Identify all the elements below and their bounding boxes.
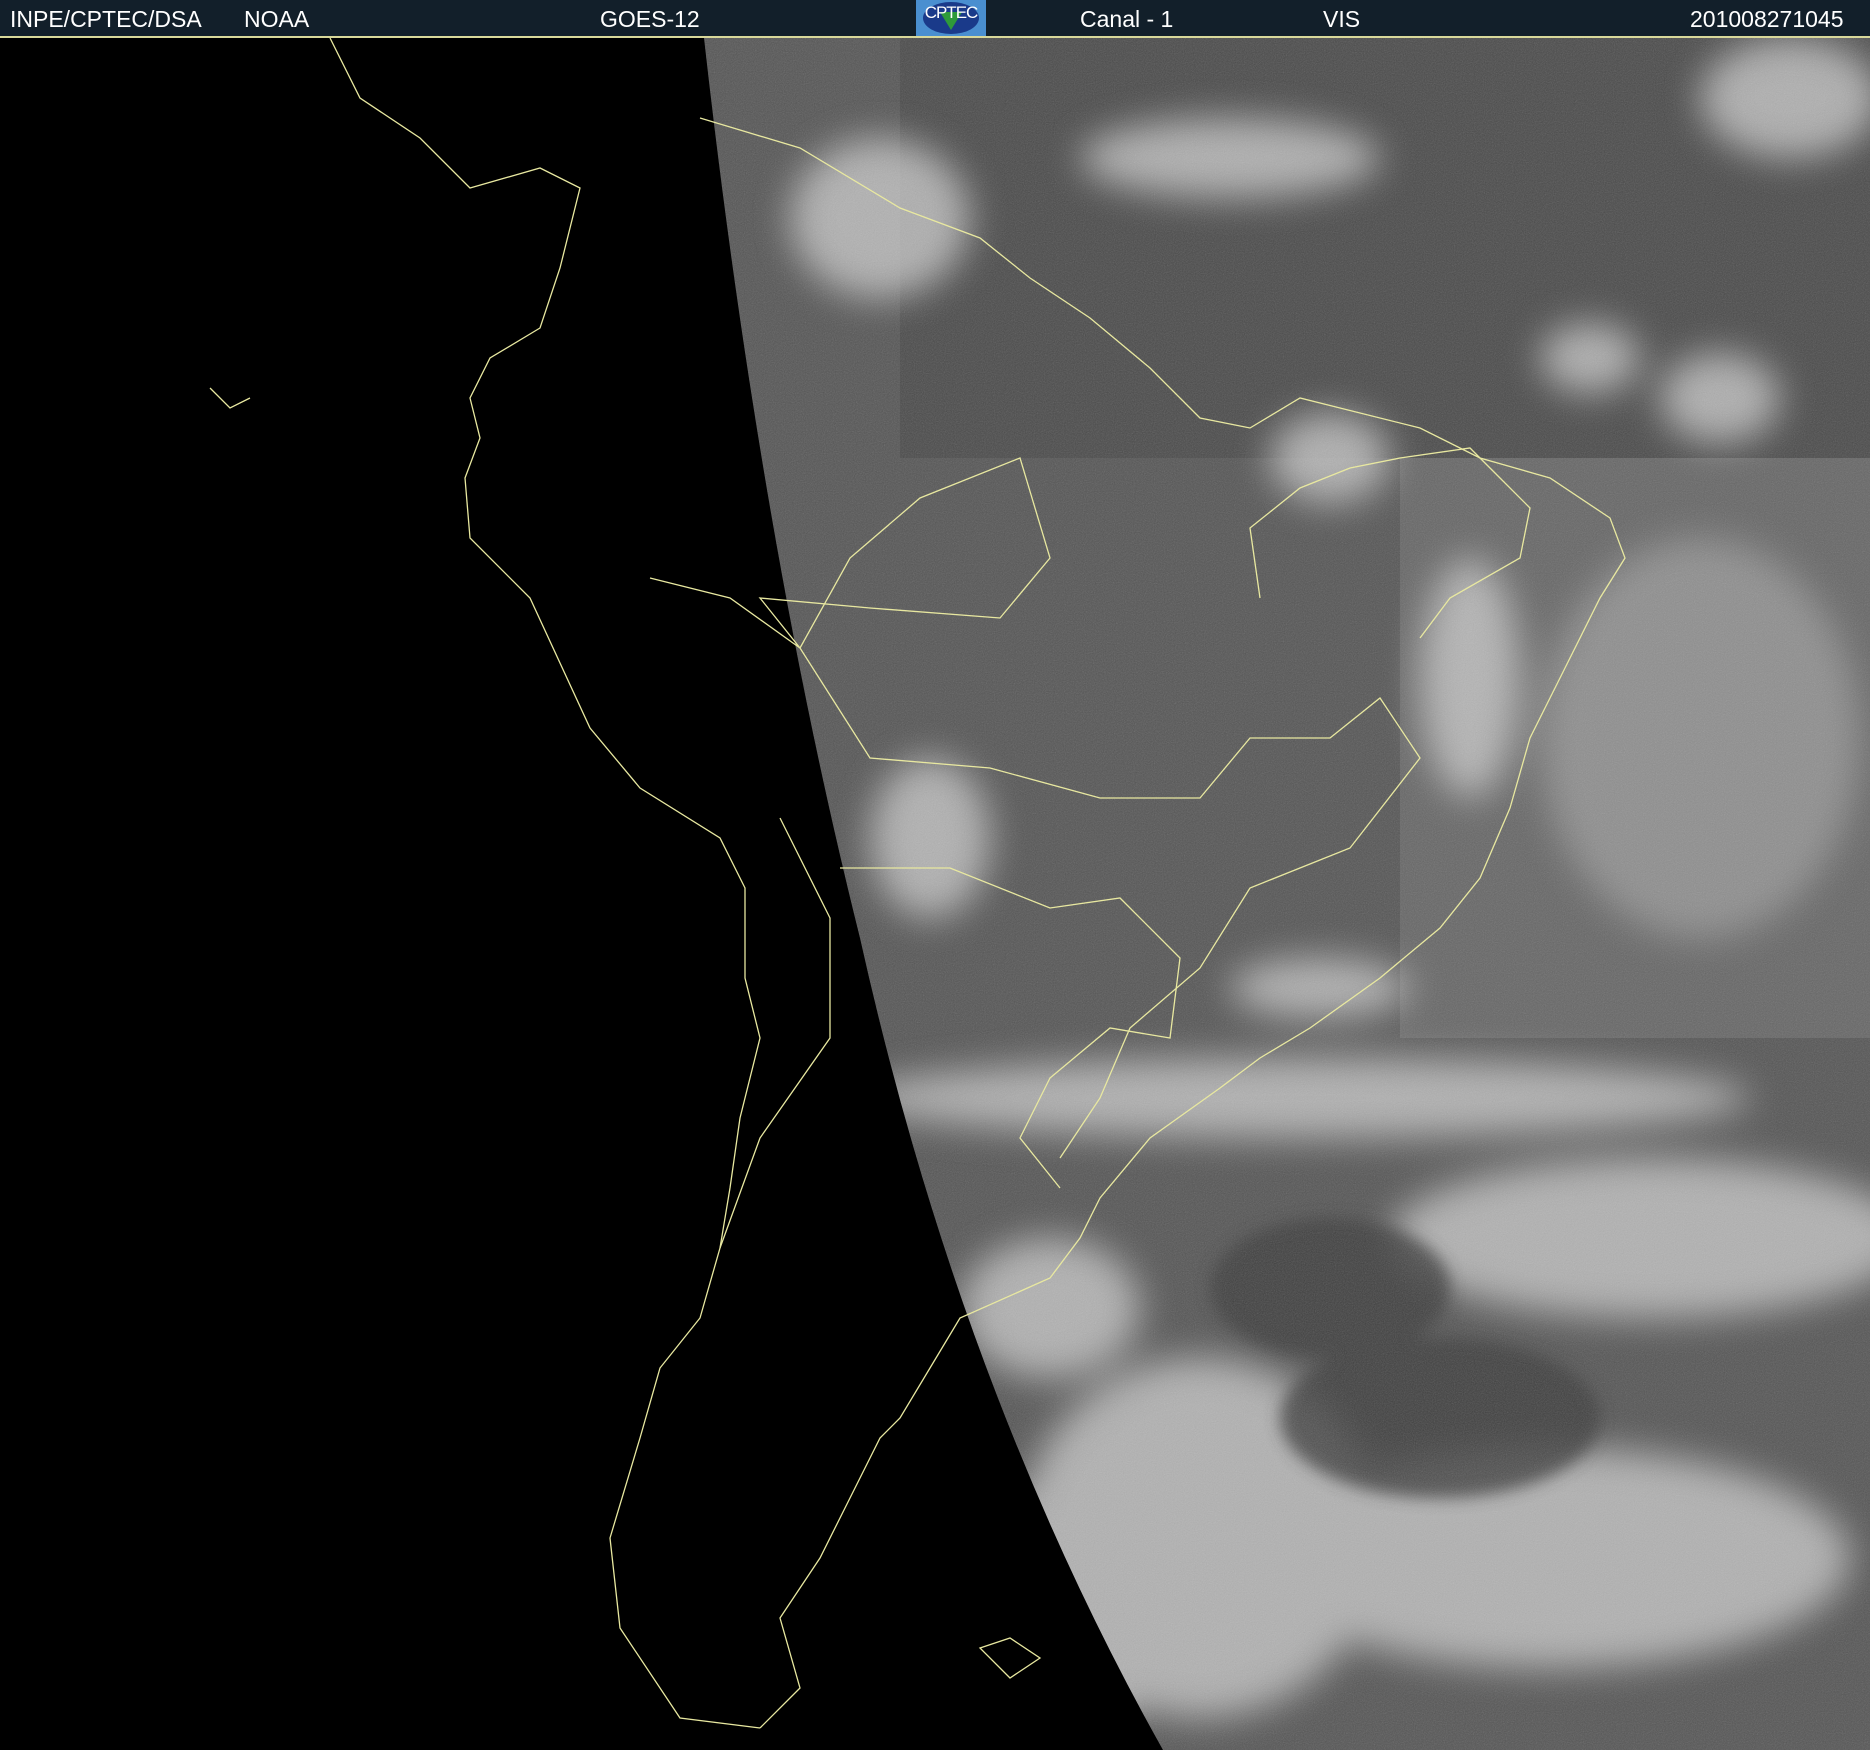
satellite-label: GOES-12: [600, 6, 700, 32]
channel-label: Canal - 1: [1080, 6, 1174, 32]
satellite-image: [0, 38, 1870, 1750]
cptec-logo: CPTEC: [916, 0, 986, 36]
agency-label: NOAA: [244, 6, 310, 32]
logo-text: CPTEC: [924, 3, 979, 22]
band-label: VIS: [1323, 6, 1361, 32]
header-bar: INPE/CPTEC/DSA NOAA GOES-12 CPTEC Canal …: [0, 0, 1870, 38]
timestamp-label: 201008271045: [1690, 6, 1844, 32]
institution-label: INPE/CPTEC/DSA: [10, 6, 202, 32]
